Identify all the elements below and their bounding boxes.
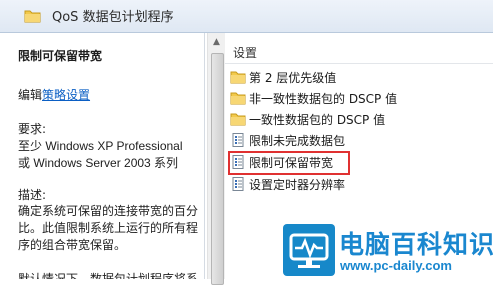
list-item[interactable]: 第 2 层优先级值 <box>225 67 493 87</box>
list-item-label: 第 2 层优先级值 <box>249 71 337 85</box>
description-continued: 默认情况下，数据包计划程序将系 <box>18 272 199 279</box>
policy-setting-icon <box>232 177 244 191</box>
window-title: QoS 数据包计划程序 <box>52 10 174 25</box>
site-watermark: 电脑百科知识 www.pc-daily.com <box>283 222 493 279</box>
folder-icon <box>24 10 41 23</box>
policy-setting-icon <box>232 133 244 147</box>
list-item-label: 一致性数据包的 DSCP 值 <box>249 113 386 127</box>
watermark-title: 电脑百科知识 <box>339 230 493 259</box>
red-highlight-box <box>228 151 350 175</box>
folder-icon <box>230 92 246 105</box>
list-item[interactable]: 非一致性数据包的 DSCP 值 <box>225 88 493 108</box>
list-item[interactable]: 一致性数据包的 DSCP 值 <box>225 109 493 129</box>
description-scrollbar[interactable]: ▲ <box>207 33 225 285</box>
requirements-line-2: 或 Windows Server 2003 系列 <box>18 156 179 170</box>
list-item-label: 限制未完成数据包 <box>249 134 346 148</box>
monitor-icon <box>289 233 329 268</box>
setting-column-header[interactable]: 设置 <box>225 41 493 64</box>
watermark-url: www.pc-daily.com <box>340 258 452 273</box>
edit-line: 编辑策略设置 <box>18 86 90 103</box>
list-item-label: 非一致性数据包的 DSCP 值 <box>249 92 398 106</box>
pane-divider[interactable] <box>204 33 205 279</box>
description-pane: 限制可保留带宽 编辑策略设置 要求: 至少 Windows XP Profess… <box>0 33 204 279</box>
scroll-up-arrow-icon[interactable]: ▲ <box>210 35 223 49</box>
edit-prefix: 编辑 <box>18 88 43 102</box>
requirements-label: 要求: <box>18 122 47 136</box>
folder-icon <box>230 71 246 84</box>
description-text: 确定系统可保留的连接带宽的百分比。此值限制系统上运行的所有程序的组合带宽保留。 <box>18 204 199 252</box>
column-header-label: 设置 <box>233 46 258 60</box>
list-item[interactable]: 设置定时器分辨率 <box>225 174 493 194</box>
description-label: 描述: <box>18 188 47 202</box>
setting-heading: 限制可保留带宽 <box>18 49 103 63</box>
window-titlebar: QoS 数据包计划程序 <box>0 0 493 33</box>
scroll-thumb[interactable] <box>211 53 224 285</box>
monitor-logo-icon <box>283 224 335 276</box>
list-item-label: 设置定时器分辨率 <box>249 178 346 192</box>
requirements-line-1: 至少 Windows XP Professional <box>18 139 183 153</box>
policy-settings-link[interactable]: 策略设置 <box>42 88 90 102</box>
folder-icon <box>230 113 246 126</box>
list-item[interactable]: 限制未完成数据包 <box>225 130 493 150</box>
